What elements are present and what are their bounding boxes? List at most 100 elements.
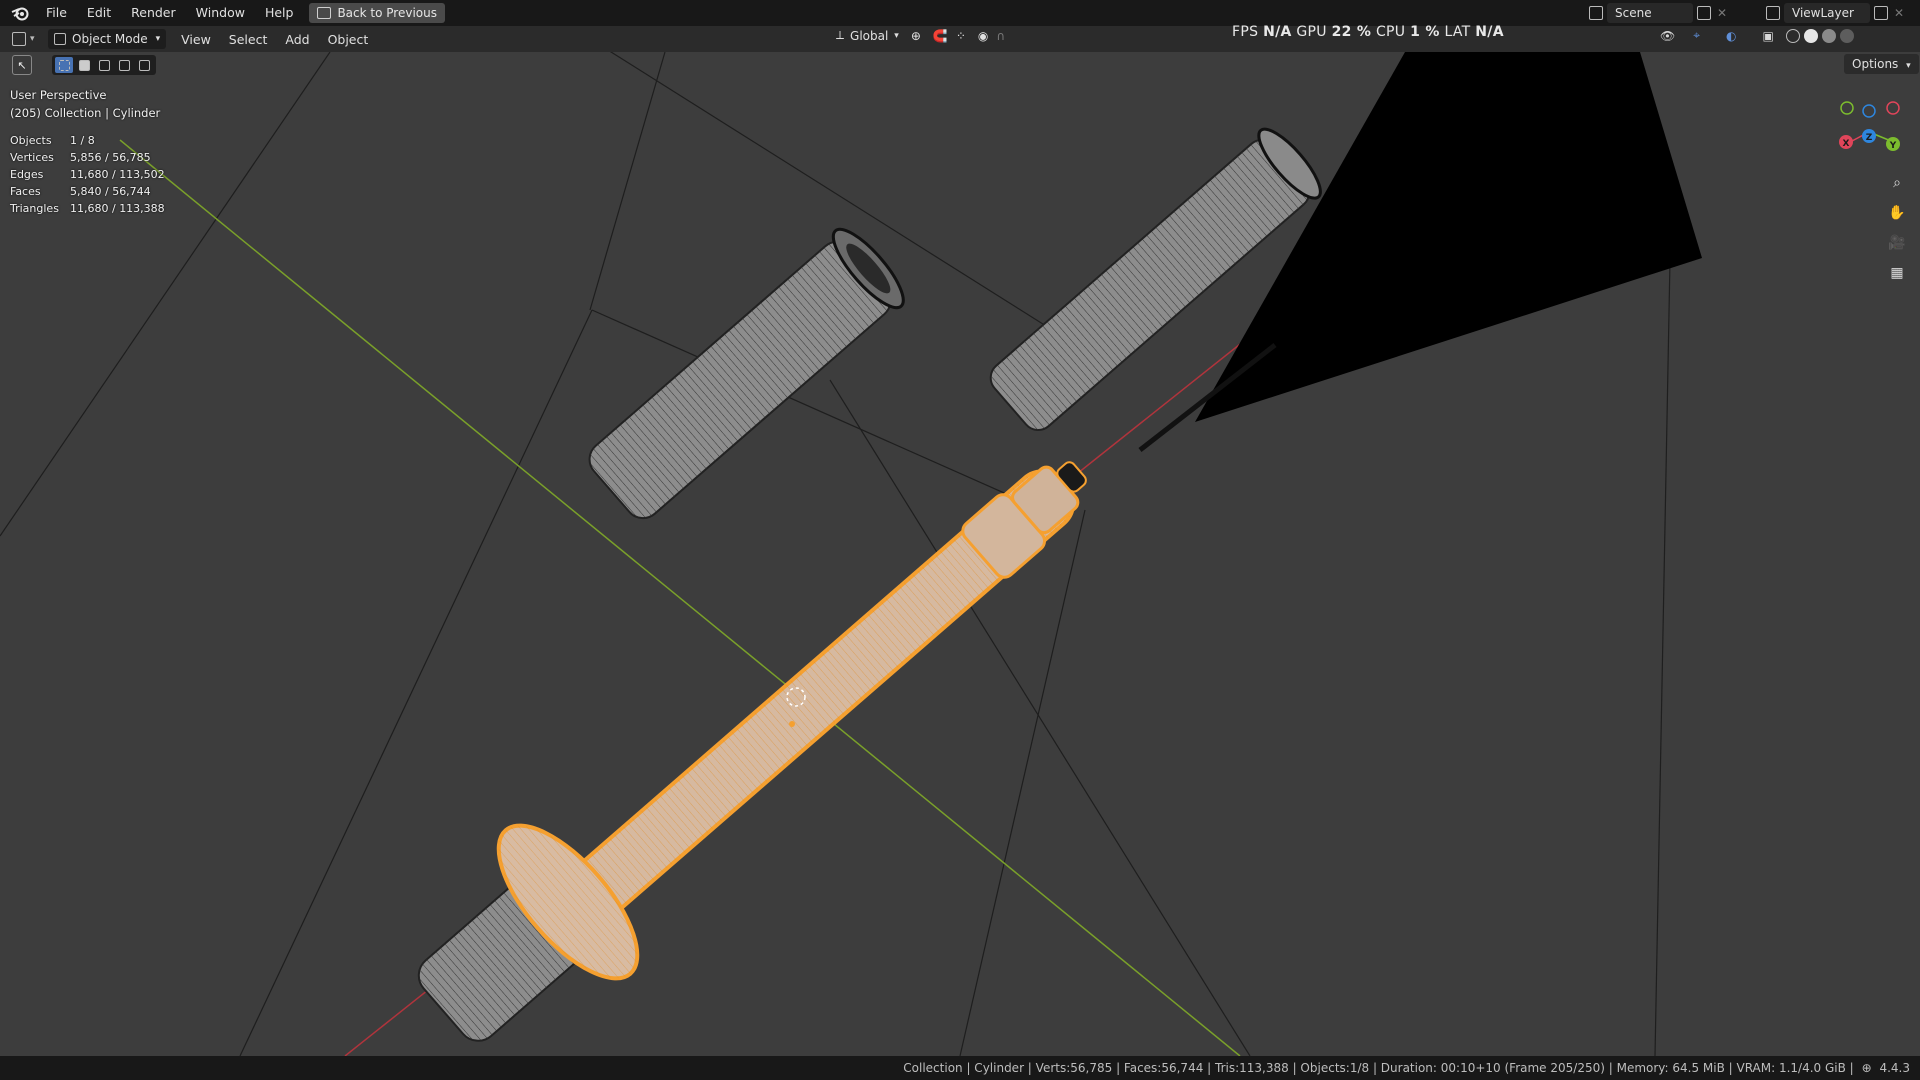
stats-row: Vertices 5,856 / 56,785 xyxy=(10,149,165,166)
menu-view[interactable]: View xyxy=(172,32,220,47)
close-scene-icon[interactable]: ✕ xyxy=(1717,6,1727,20)
stats-value: 5,840 / 56,744 xyxy=(70,185,151,198)
stats-label: Edges xyxy=(10,168,44,181)
select-intersect-icon[interactable] xyxy=(135,57,153,73)
new-viewlayer-icon[interactable] xyxy=(1874,6,1888,20)
editor-type-icon xyxy=(12,32,26,46)
close-viewlayer-icon[interactable]: ✕ xyxy=(1894,6,1904,20)
stats-value: 11,680 / 113,388 xyxy=(70,202,165,215)
status-bar-content: Collection | Cylinder | Verts:56,785 | F… xyxy=(903,1056,1910,1080)
chevron-down-icon: ▾ xyxy=(30,34,35,44)
orientation-icon: ⟂ xyxy=(836,28,845,42)
back-icon xyxy=(317,7,332,19)
overlay-toggle-icon[interactable]: ◐ xyxy=(1726,29,1736,43)
3d-viewport[interactable] xyxy=(0,52,1920,1056)
selection-mode-group xyxy=(52,55,156,75)
network-icon: ⊕ xyxy=(1861,1061,1872,1075)
select-extend-icon[interactable] xyxy=(75,57,93,73)
stats-label: Triangles xyxy=(10,202,59,215)
gizmo-toggle-icon[interactable]: ⌖ xyxy=(1693,28,1700,43)
falloff-icon[interactable]: ∩ xyxy=(996,29,1005,43)
status-text: Collection | Cylinder | Verts:56,785 | F… xyxy=(903,1061,1854,1075)
menu-file[interactable]: File xyxy=(36,0,77,26)
fps-value: N/A xyxy=(1263,24,1292,40)
options-dropdown[interactable]: Options ▾ xyxy=(1844,54,1919,74)
back-to-previous-button[interactable]: Back to Previous xyxy=(309,3,445,23)
material-shading-icon[interactable] xyxy=(1821,28,1836,43)
viewport-scene xyxy=(0,52,1702,1056)
tool-row: ↖ xyxy=(12,55,156,75)
menu-select[interactable]: Select xyxy=(220,32,277,47)
orientation-dropdown[interactable]: Global xyxy=(850,29,888,43)
selected-cylinder xyxy=(496,461,1087,981)
gizmo-x-label: X xyxy=(1843,139,1850,149)
stats-label: Vertices xyxy=(10,151,54,164)
scene-selector[interactable]: Scene ✕ xyxy=(1585,3,1727,23)
menu-object[interactable]: Object xyxy=(319,32,378,47)
cpu-value: 1 % xyxy=(1410,24,1440,40)
navigation-gizmo[interactable]: X Z Y xyxy=(1836,96,1906,156)
camera-shape xyxy=(1195,52,1702,422)
stats-value: 5,856 / 56,785 xyxy=(70,151,151,164)
blender-logo-icon[interactable] xyxy=(10,3,30,23)
chevron-down-icon: ▾ xyxy=(894,30,899,41)
lat-label: LAT xyxy=(1444,24,1471,40)
performance-overlay: FPS N/A GPU 22 % CPU 1 % LAT N/A xyxy=(1232,24,1504,40)
options-label: Options xyxy=(1852,57,1899,71)
viewlayer-selector[interactable]: ViewLayer ✕ xyxy=(1762,3,1904,23)
pan-hand-icon[interactable]: ✋ xyxy=(1884,200,1910,226)
snap-target-icon[interactable]: ⁘ xyxy=(956,29,966,43)
gizmo-z-label: Z xyxy=(1866,133,1873,143)
wireframe-shading-icon[interactable] xyxy=(1785,28,1800,43)
viewlayer-icon xyxy=(1766,6,1780,20)
viewlayer-name-field[interactable]: ViewLayer xyxy=(1784,3,1870,23)
collection-line: (205) Collection | Cylinder xyxy=(10,106,161,120)
perspective-grid-icon[interactable]: ▦ xyxy=(1884,260,1910,286)
solid-shading-icon[interactable] xyxy=(1803,28,1818,43)
camera-view-icon[interactable]: 🎥 xyxy=(1884,230,1910,256)
stats-label: Faces xyxy=(10,185,41,198)
stats-value: 11,680 / 113,502 xyxy=(70,168,165,181)
grip-mesh-left xyxy=(588,227,905,520)
rendered-shading-icon[interactable] xyxy=(1839,28,1854,43)
stats-value: 1 / 8 xyxy=(70,134,95,147)
menu-help[interactable]: Help xyxy=(255,0,304,26)
version-label: 4.4.3 xyxy=(1879,1061,1910,1075)
snap-icon[interactable]: 🧲 xyxy=(933,29,948,43)
zoom-icon[interactable]: ⌕ xyxy=(1884,170,1910,196)
pivot-icon[interactable]: ⊕ xyxy=(911,29,921,43)
visibility-icon[interactable]: 👁 xyxy=(1660,29,1675,43)
transform-controls: ⟂ Global ▾ ⊕ 🧲 ⁘ ◉ ∩ xyxy=(836,28,1005,43)
stats-row: Objects 1 / 8 xyxy=(10,132,165,149)
gizmo-y-label: Y xyxy=(1889,141,1897,151)
select-invert-icon[interactable] xyxy=(115,57,133,73)
menu-edit[interactable]: Edit xyxy=(77,0,121,26)
menu-add[interactable]: Add xyxy=(276,32,318,47)
scene-statistics: Objects 1 / 8 Vertices 5,856 / 56,785 Edge… xyxy=(10,132,165,217)
new-scene-icon[interactable] xyxy=(1697,6,1711,20)
xray-icon[interactable]: ▣ xyxy=(1762,29,1773,43)
gpu-label: GPU xyxy=(1296,24,1327,40)
chevron-down-icon: ▾ xyxy=(1906,61,1911,71)
proportional-edit-icon[interactable]: ◉ xyxy=(978,29,988,43)
cpu-label: CPU xyxy=(1375,24,1406,40)
scene-icon xyxy=(1589,6,1603,20)
select-subtract-icon[interactable] xyxy=(95,57,113,73)
y-axis-line xyxy=(119,139,1241,1056)
select-tool-button[interactable]: ↖ xyxy=(12,55,32,75)
chevron-down-icon: ▾ xyxy=(155,34,161,44)
menu-render[interactable]: Render xyxy=(121,0,186,26)
lat-value: N/A xyxy=(1475,24,1504,40)
view-name: User Perspective xyxy=(10,88,107,102)
cursor-icon: ↖ xyxy=(17,58,27,72)
menu-window[interactable]: Window xyxy=(186,0,255,26)
select-new-icon[interactable] xyxy=(55,57,73,73)
stats-row: Edges 11,680 / 113,502 xyxy=(10,166,165,183)
editor-type-button[interactable]: ▾ xyxy=(8,29,42,49)
stats-label: Objects xyxy=(10,134,52,147)
scene-name-field[interactable]: Scene xyxy=(1607,3,1693,23)
back-to-previous-label: Back to Previous xyxy=(337,6,437,20)
object-mode-dropdown[interactable]: Object Mode ▾ xyxy=(48,29,167,49)
viewport-info: User Perspective (205) Collection | Cyli… xyxy=(10,86,160,122)
status-bar: Collection | Cylinder | Verts:56,785 | F… xyxy=(0,1056,1920,1080)
